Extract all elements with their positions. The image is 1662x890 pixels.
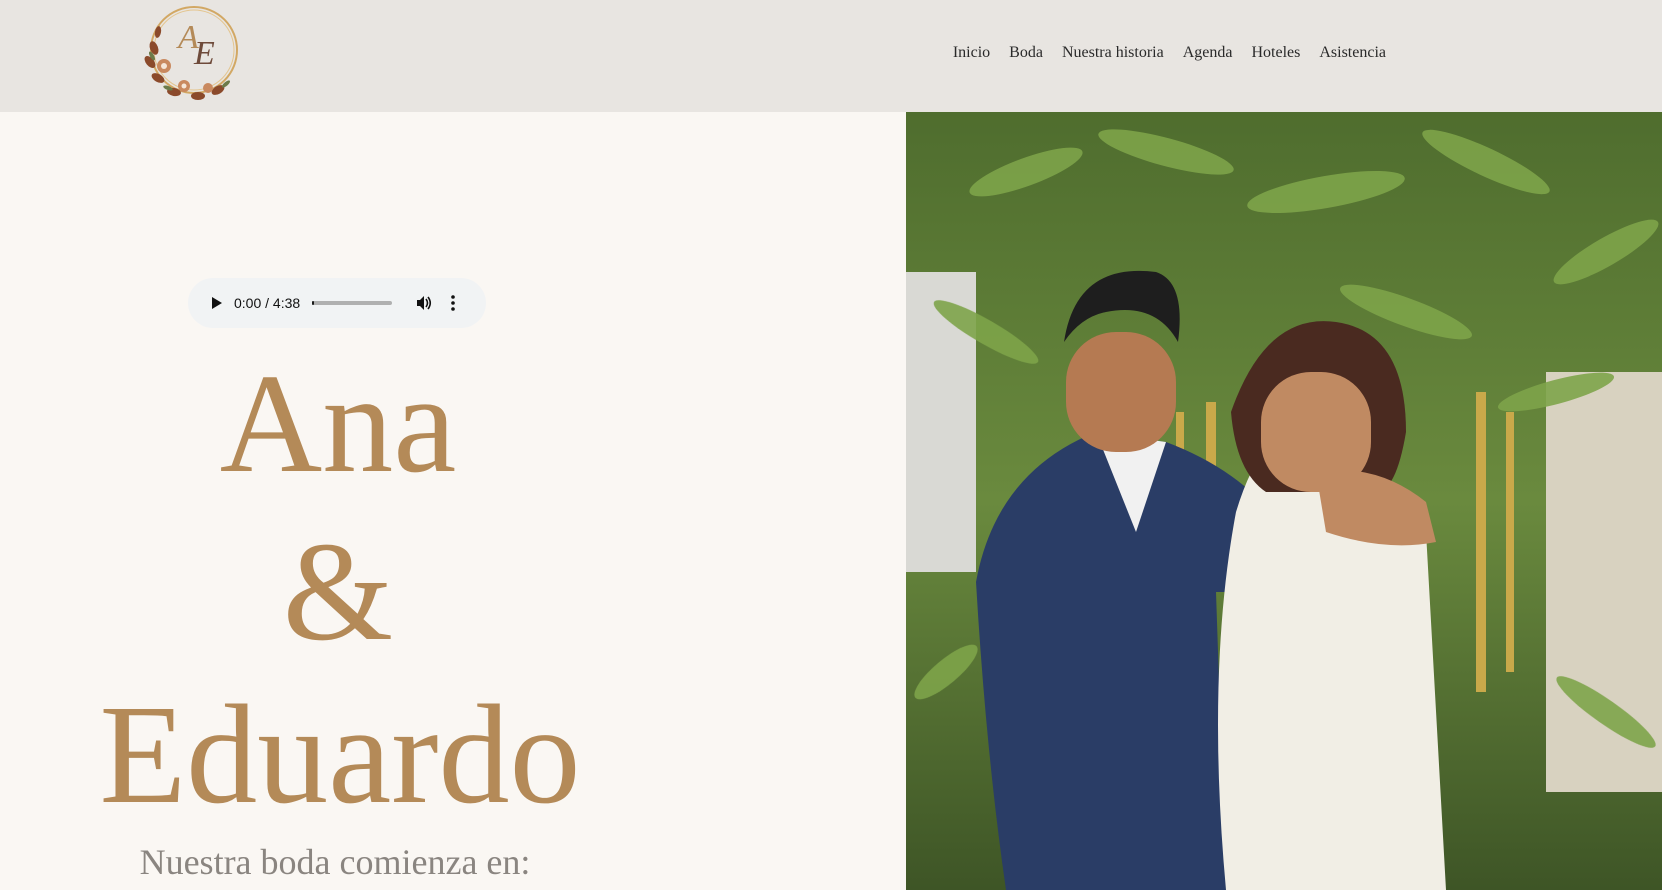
ampersand: & (282, 512, 394, 670)
floral-monogram-logo: A E (144, 6, 238, 100)
countdown-heading: Nuestra boda comienza en: (139, 842, 531, 882)
nav-link-boda[interactable]: Boda (1009, 44, 1043, 62)
groom-name: Eduardo (99, 675, 581, 833)
nav-link-hoteles[interactable]: Hoteles (1251, 44, 1300, 62)
site-header: A E Inicio Boda Nuestra historia Agenda … (0, 0, 1662, 112)
svg-text:E: E (193, 35, 215, 72)
audio-seek-slider[interactable] (312, 301, 393, 305)
play-button[interactable] (204, 291, 228, 315)
nav-link-nuestra-historia[interactable]: Nuestra historia (1062, 44, 1164, 62)
play-icon (212, 297, 222, 309)
nav-link-inicio[interactable]: Inicio (953, 44, 990, 62)
nav-link-agenda[interactable]: Agenda (1183, 44, 1233, 62)
nav-link-asistencia[interactable]: Asistencia (1319, 44, 1386, 62)
couple-photo-image (906, 112, 1662, 890)
logo[interactable]: A E (138, 0, 250, 106)
more-vert-icon (451, 295, 455, 311)
audio-options-button[interactable] (444, 291, 462, 315)
volume-icon (417, 296, 432, 310)
audio-player: 0:00 / 4:38 (188, 278, 486, 328)
bride-name: Ana (219, 344, 457, 502)
audio-seek-progress (312, 301, 315, 305)
couple-photo (906, 112, 1662, 890)
main-nav: Inicio Boda Nuestra historia Agenda Hote… (953, 44, 1386, 62)
mute-button[interactable] (412, 291, 436, 315)
audio-time: 0:00 / 4:38 (234, 295, 301, 311)
